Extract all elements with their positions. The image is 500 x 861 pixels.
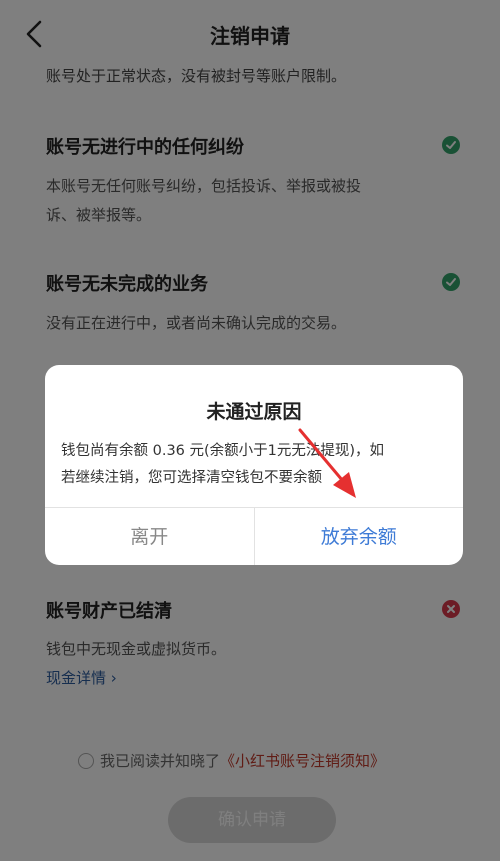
- modal-message-line: 若继续注销，您可选择清空钱包不要余额: [61, 470, 322, 486]
- reject-modal: 未通过原因 钱包尚有余额 0.36 元(余额小于1元无法提现)，如 若继续注销，…: [45, 365, 463, 565]
- abandon-balance-button[interactable]: 放弃余额: [255, 508, 464, 565]
- modal-message: 钱包尚有余额 0.36 元(余额小于1元无法提现)，如 若继续注销，您可选择清空…: [61, 438, 451, 492]
- modal-message-line: 钱包尚有余额 0.36 元(余额小于1元无法提现)，如: [61, 443, 385, 459]
- modal-title: 未通过原因: [206, 401, 302, 423]
- modal-actions: 离开 放弃余额: [45, 507, 463, 565]
- leave-button[interactable]: 离开: [45, 508, 255, 565]
